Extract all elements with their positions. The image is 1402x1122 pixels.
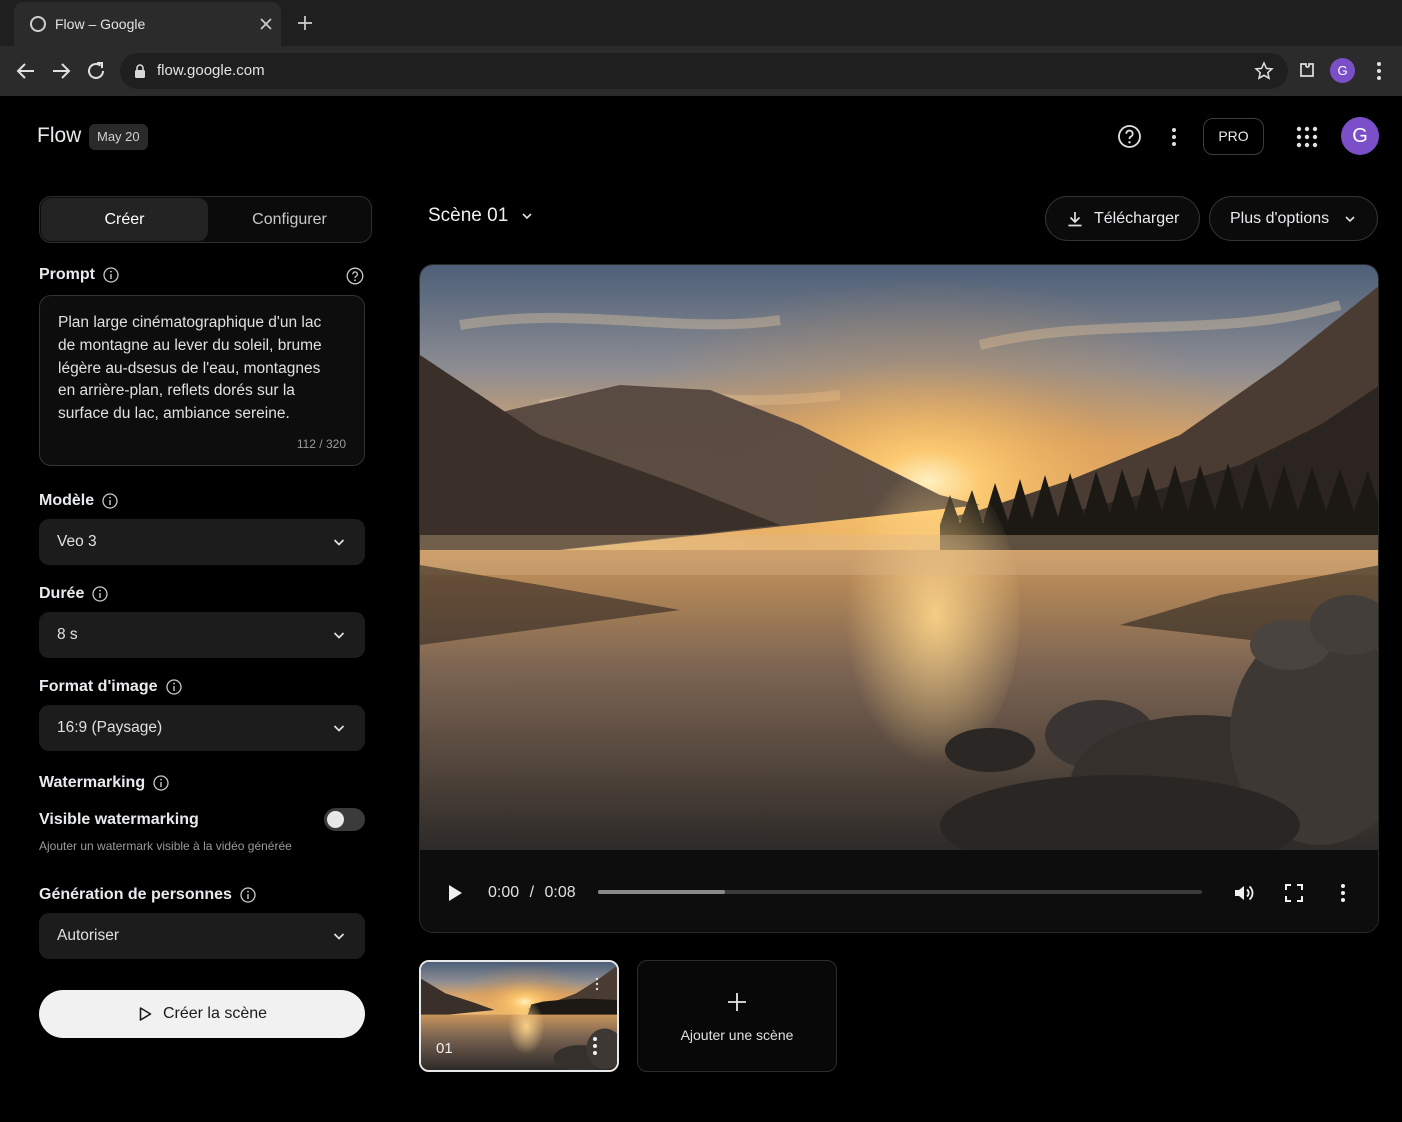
player-more-icon[interactable] — [1332, 881, 1354, 905]
watermarking-label: Watermarking — [39, 774, 146, 791]
people-value: Autoriser — [57, 927, 120, 944]
chevron-down-icon — [333, 725, 345, 732]
close-tab-icon[interactable] — [256, 14, 276, 34]
play-icon[interactable] — [445, 883, 465, 903]
user-avatar[interactable]: G — [1341, 117, 1379, 155]
create-scene-label: Créer la scène — [162, 1005, 268, 1022]
browser-profile-avatar[interactable]: G — [1330, 58, 1355, 83]
apps-grid-icon[interactable] — [1296, 126, 1318, 148]
app-title: Flow — [37, 124, 82, 147]
browser-toolbar: flow.google.com G — [0, 46, 1402, 96]
scene-selector[interactable]: Scène 01 — [428, 205, 534, 227]
reload-icon[interactable] — [84, 59, 108, 83]
scene-number: 01 — [436, 1040, 453, 1057]
progress-fill — [598, 890, 725, 894]
address-bar[interactable]: flow.google.com — [120, 53, 1288, 89]
duration-select[interactable]: 8 s — [39, 612, 365, 658]
scene-title: Scène 01 — [428, 205, 509, 226]
format-value: 16:9 (Paysage) — [57, 719, 163, 736]
date-badge: May 20 — [89, 124, 148, 150]
tab-favicon-icon — [30, 16, 46, 32]
total-duration: 0:08 — [544, 884, 576, 901]
chevron-down-icon — [1345, 215, 1355, 222]
back-icon[interactable] — [14, 59, 38, 83]
download-label: Télécharger — [1094, 209, 1180, 227]
toggle-knob — [327, 811, 344, 828]
scene-menu-icon[interactable] — [586, 1034, 604, 1058]
watermarking-label-row: Watermarking — [39, 774, 169, 792]
time-display: 0:00 / 0:08 — [488, 884, 576, 902]
watermark-toggle[interactable] — [324, 808, 365, 831]
info-icon[interactable] — [92, 586, 109, 602]
tab-configurer[interactable]: Configurer — [208, 198, 371, 241]
plus-icon — [728, 993, 746, 1011]
format-label: Format d'image — [39, 678, 158, 695]
tab-title: Flow – Google — [55, 16, 146, 32]
video-player: 0:00 / 0:08 — [419, 264, 1379, 933]
video-frame-image[interactable] — [420, 265, 1379, 850]
duration-label: Durée — [39, 585, 85, 602]
info-icon[interactable] — [103, 267, 119, 283]
forward-icon[interactable] — [49, 59, 73, 83]
download-button[interactable]: Télécharger — [1045, 196, 1201, 241]
player-controls: 0:00 / 0:08 — [420, 850, 1378, 932]
browser-menu-icon[interactable] — [1368, 59, 1390, 83]
scene-thumbnail[interactable]: 01 — [419, 960, 619, 1072]
progress-bar[interactable] — [598, 890, 1202, 894]
browser-tabstrip: Flow – Google — [0, 0, 1402, 46]
chevron-down-icon — [333, 539, 345, 546]
create-scene-button[interactable]: Créer la scène — [39, 990, 365, 1038]
prompt-text: Plan large cinématographique d'un lac de… — [58, 314, 322, 423]
tab-creer[interactable]: Créer — [41, 198, 208, 241]
people-label-row: Génération de personnes — [39, 886, 256, 904]
prompt-help-icon[interactable] — [346, 267, 364, 285]
model-label-row: Modèle — [39, 492, 118, 510]
more-options-label: Plus d'options — [1230, 209, 1330, 227]
play-icon — [139, 1007, 152, 1021]
download-icon — [1068, 211, 1082, 226]
duration-label-row: Durée — [39, 585, 109, 603]
help-icon[interactable] — [1117, 124, 1142, 149]
pro-badge[interactable]: PRO — [1203, 118, 1264, 155]
new-tab-icon[interactable] — [295, 13, 315, 33]
extensions-icon[interactable] — [1297, 60, 1317, 80]
mode-tabs: Créer Configurer — [39, 196, 372, 243]
info-icon[interactable] — [165, 679, 182, 695]
visible-watermarking-title: Visible watermarking — [39, 811, 199, 828]
lock-icon[interactable] — [132, 63, 148, 79]
info-icon[interactable] — [153, 775, 169, 791]
more-options-button[interactable]: Plus d'options — [1209, 196, 1379, 241]
info-icon[interactable] — [240, 887, 256, 903]
people-select[interactable]: Autoriser — [39, 913, 365, 959]
url-text: flow.google.com — [157, 62, 265, 79]
model-label: Modèle — [39, 492, 95, 509]
add-scene-button[interactable]: Ajouter une scène — [637, 960, 837, 1072]
more-vert-icon[interactable] — [1164, 125, 1184, 149]
prompt-label: Prompt — [39, 266, 95, 283]
chevron-down-icon — [333, 632, 345, 639]
info-icon[interactable] — [102, 493, 118, 509]
browser-tab[interactable]: Flow – Google — [14, 2, 281, 46]
model-select[interactable]: Veo 3 — [39, 519, 365, 565]
chevron-down-icon — [522, 213, 532, 220]
prompt-label-row: Prompt — [39, 266, 119, 284]
prompt-char-count: 112 / 320 — [296, 437, 346, 451]
chevron-down-icon — [333, 933, 345, 940]
fullscreen-icon[interactable] — [1282, 881, 1306, 905]
duration-value: 8 s — [57, 626, 78, 643]
people-label: Génération de personnes — [39, 886, 232, 903]
thumbnail-more-icon[interactable] — [591, 976, 603, 992]
model-value: Veo 3 — [57, 533, 97, 550]
current-time: 0:00 — [488, 884, 520, 901]
add-scene-label: Ajouter une scène — [680, 1027, 794, 1043]
time-separator: / — [529, 884, 535, 901]
volume-icon[interactable] — [1232, 881, 1256, 905]
visible-watermarking-desc: Ajouter un watermark visible à la vidéo … — [39, 839, 292, 853]
format-label-row: Format d'image — [39, 678, 182, 696]
prompt-textarea[interactable]: Plan large cinématographique d'un lac de… — [39, 295, 365, 466]
format-select[interactable]: 16:9 (Paysage) — [39, 705, 365, 751]
bookmark-star-icon[interactable] — [1254, 61, 1274, 81]
